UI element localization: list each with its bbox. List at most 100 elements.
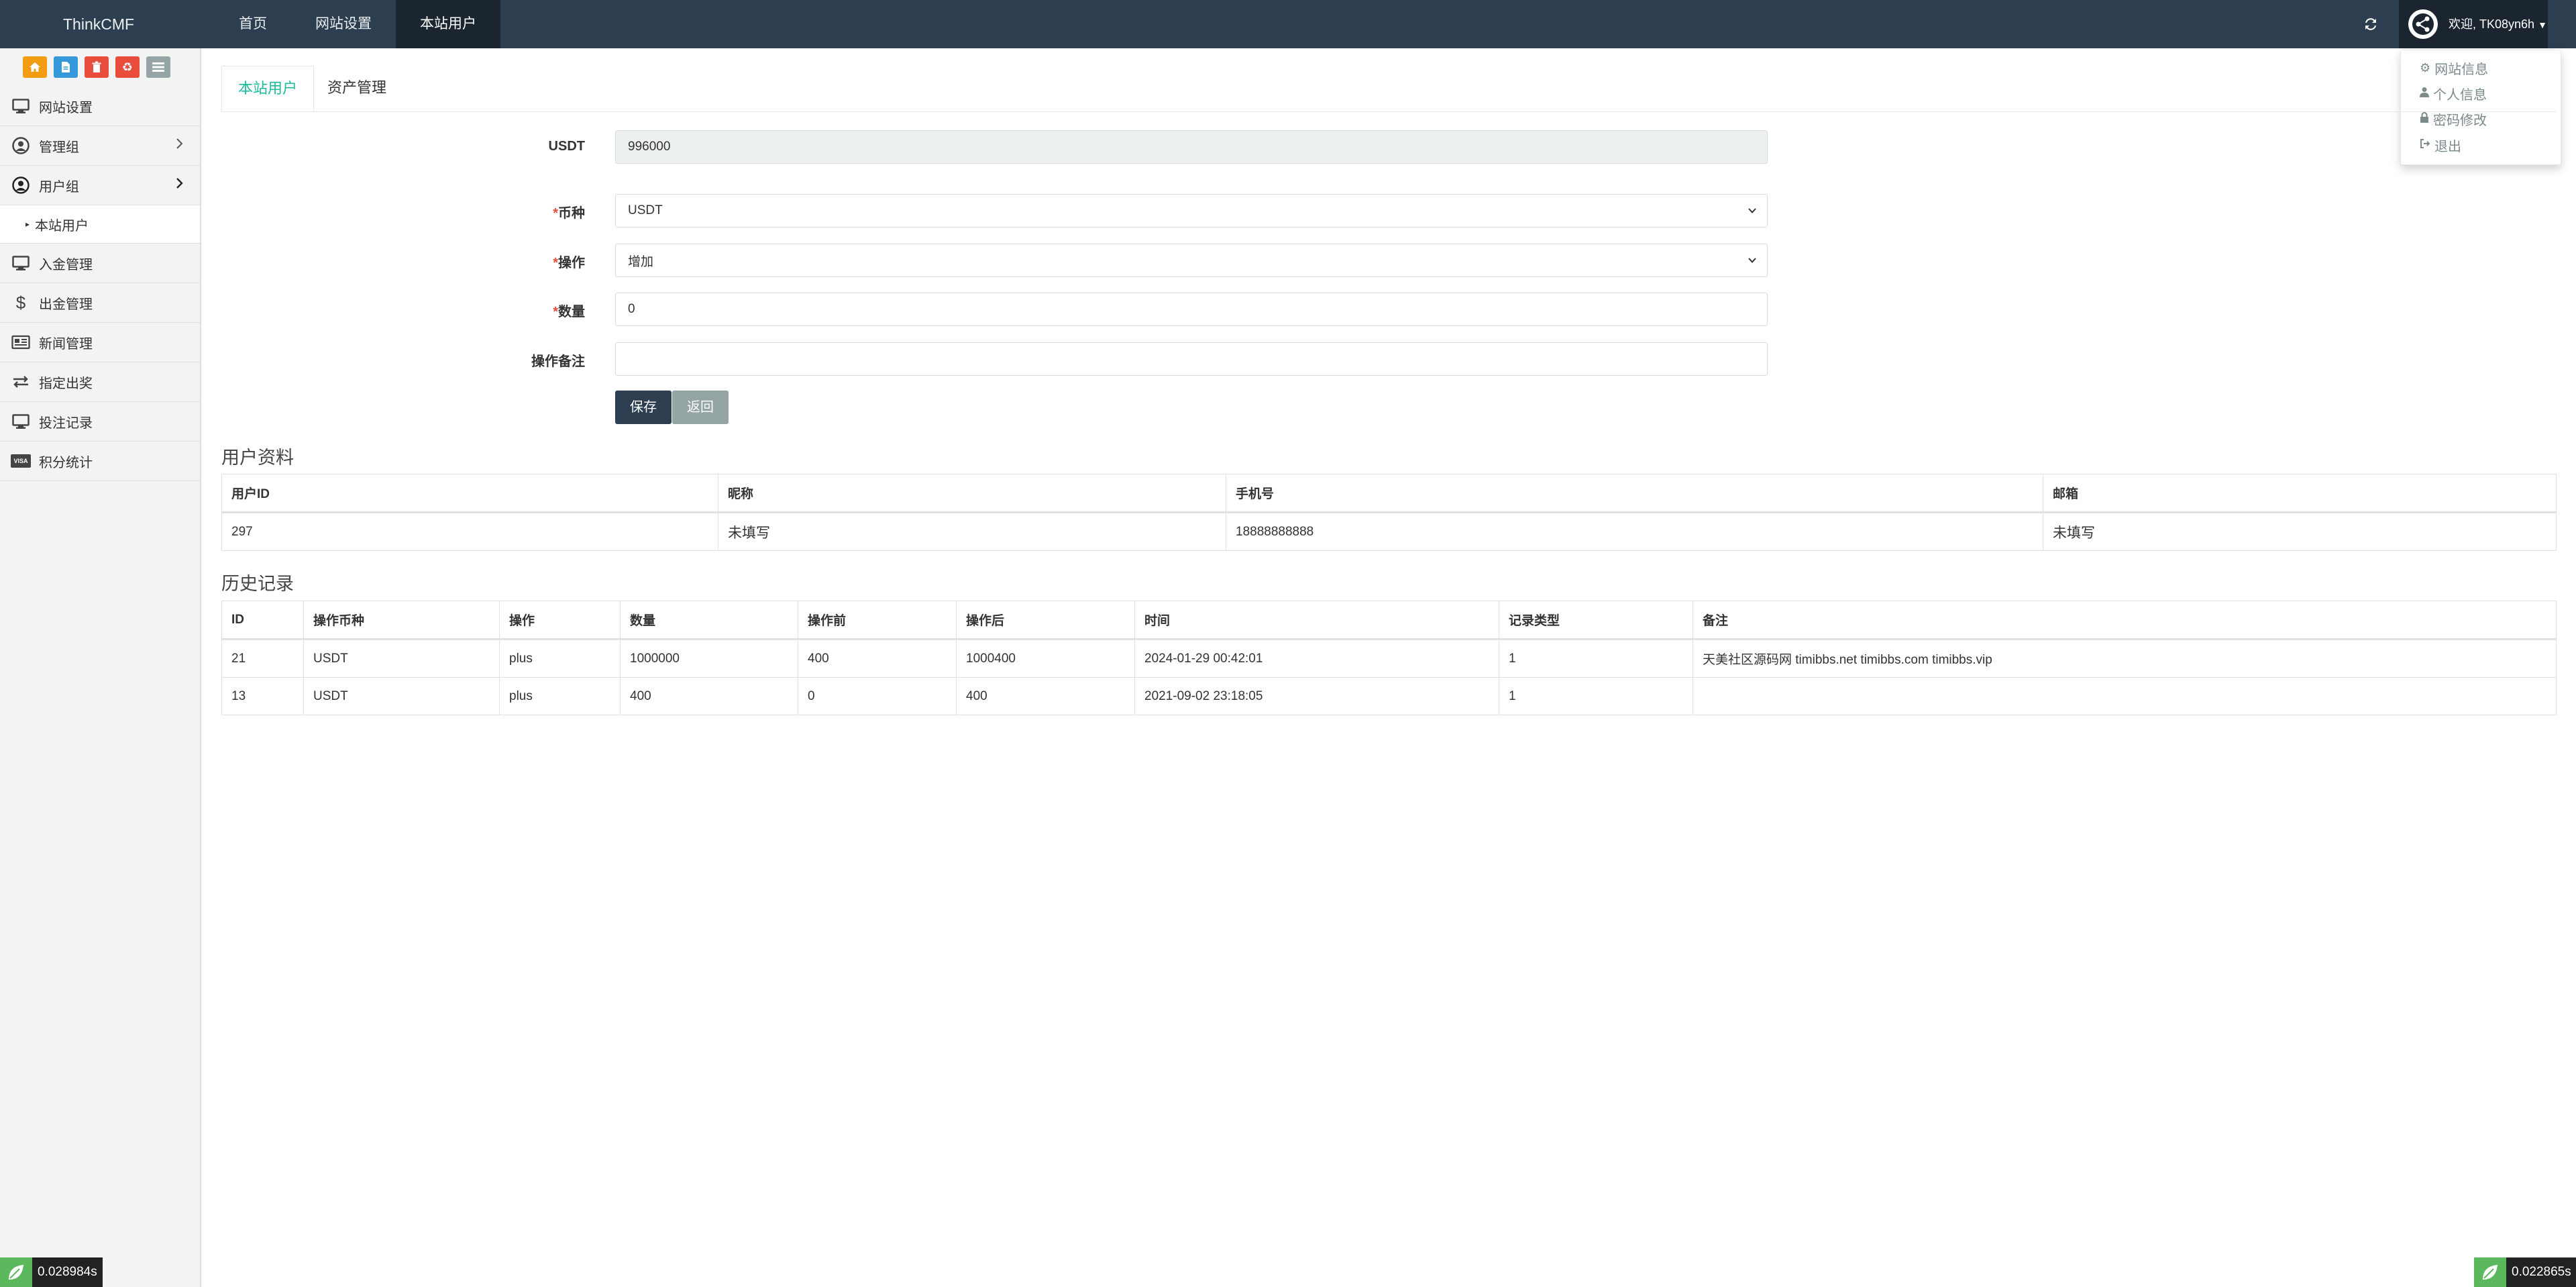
operation-label: *操作 <box>553 256 585 270</box>
monitor-icon <box>11 96 31 116</box>
currency-select[interactable]: USDT <box>615 194 1768 227</box>
tab-site-users[interactable]: 本站用户 <box>221 66 315 111</box>
operation-select[interactable]: 增加 <box>615 244 1768 277</box>
balance-label: USDT <box>548 139 585 154</box>
share-logo-icon <box>2412 13 2434 35</box>
visa-icon: VISA <box>11 451 31 471</box>
sidebar-item-admin-group[interactable]: 管理组 <box>0 126 200 166</box>
sidebar-item-designated-prize[interactable]: 指定出奖 <box>0 362 200 402</box>
sidebar-item-withdrawal[interactable]: $ 出金管理 <box>0 283 200 323</box>
profile-section-title: 用户资料 <box>221 448 294 468</box>
nav-item-site-users[interactable]: 本站用户 <box>396 0 500 48</box>
leaf-icon <box>0 1257 32 1287</box>
dollar-icon: $ <box>15 292 26 313</box>
table-cell: 0 <box>798 677 957 715</box>
back-button[interactable]: 返回 <box>672 391 729 424</box>
table-cell: USDT <box>303 677 500 715</box>
remark-input[interactable] <box>615 342 1768 376</box>
chevron-down-icon <box>1747 255 1758 270</box>
list-icon[interactable] <box>146 56 170 78</box>
shortcut-bar: ♻ <box>23 56 170 78</box>
sidebar-item-news[interactable]: 新闻管理 <box>0 323 200 362</box>
table-cell: USDT <box>303 639 500 678</box>
table-cell: 297 <box>221 512 718 551</box>
table-row: 21 USDT plus 1000000 400 1000400 2024-01… <box>221 639 2557 678</box>
table-cell <box>1693 677 2557 715</box>
table-cell: 400 <box>798 639 957 678</box>
chevron-right-icon <box>176 137 184 154</box>
table-cell: 未填写 <box>718 512 1226 551</box>
column-header: 时间 <box>1134 601 1499 640</box>
table-cell: plus <box>499 677 621 715</box>
exchange-icon <box>11 372 31 392</box>
nav-item-home[interactable]: 首页 <box>215 0 291 48</box>
top-nav: 首页 网站设置 本站用户 <box>215 0 500 48</box>
column-header: 操作 <box>499 601 621 640</box>
column-header: 邮箱 <box>2043 474 2557 513</box>
nav-item-site-settings[interactable]: 网站设置 <box>291 0 396 48</box>
monitor-icon <box>11 253 31 273</box>
recycle-icon[interactable]: ♻ <box>115 56 140 78</box>
dropdown-item-password[interactable]: 密码修改 <box>2420 109 2487 129</box>
trash-icon[interactable] <box>85 56 109 78</box>
column-header: 数量 <box>620 601 798 640</box>
sign-out-icon <box>2420 138 2430 153</box>
column-header: 记录类型 <box>1499 601 1693 640</box>
column-header: 手机号 <box>1226 474 2043 513</box>
monitor-icon <box>11 411 31 431</box>
refresh-icon[interactable] <box>2359 12 2383 36</box>
amount-label: *数量 <box>553 305 585 319</box>
column-header: ID <box>221 601 304 640</box>
table-cell: 400 <box>620 677 798 715</box>
column-header: 昵称 <box>718 474 1226 513</box>
caret-right-icon: ▸ <box>25 219 30 229</box>
sidebar-item-site-settings[interactable]: 网站设置 <box>0 87 200 126</box>
dropdown-item-logout[interactable]: 退出 <box>2420 136 2461 155</box>
table-cell: 2024-01-29 00:42:01 <box>1134 639 1499 678</box>
caret-down-icon: ▼ <box>2538 19 2547 30</box>
avatar <box>2408 9 2438 39</box>
table-cell: 1000400 <box>956 639 1135 678</box>
sidebar-item-bet-records[interactable]: 投注记录 <box>0 402 200 442</box>
sidebar-subitem-site-users[interactable]: ▸ 本站用户 <box>0 205 200 244</box>
table-header-row: 用户ID 昵称 手机号 邮箱 <box>221 474 2557 513</box>
table-cell: 1 <box>1499 677 1693 715</box>
leaf-icon <box>2474 1257 2506 1287</box>
chevron-right-icon <box>176 176 184 194</box>
brand-logo[interactable]: ThinkCMF <box>63 0 134 48</box>
table-cell: 天美社区源码网 timibbs.net timibbs.com timibbs.… <box>1693 639 2557 678</box>
sidebar-item-user-group[interactable]: 用户组 <box>0 166 200 205</box>
table-cell: 13 <box>221 677 304 715</box>
sidebar: ♻ 网站设置 管理组 用户组 ▸ 本站用户 入金管理 $ 出金管理 新闻管理 指… <box>0 48 201 1287</box>
file-icon[interactable] <box>54 56 78 78</box>
user-circle-icon <box>11 175 31 195</box>
column-header: 操作后 <box>956 601 1135 640</box>
table-cell: 400 <box>956 677 1135 715</box>
table-cell: 18888888888 <box>1226 512 2043 551</box>
sidebar-item-deposit[interactable]: 入金管理 <box>0 244 200 283</box>
save-button[interactable]: 保存 <box>615 391 672 424</box>
top-navbar: ThinkCMF 首页 网站设置 本站用户 欢迎, TK08yn6h ▼ <box>0 0 2576 48</box>
table-row: 297 未填写 18888888888 未填写 <box>221 512 2557 551</box>
remark-label: 操作备注 <box>531 354 585 369</box>
balance-field: 996000 <box>615 130 1768 164</box>
user-menu[interactable]: 欢迎, TK08yn6h ▼ <box>2399 0 2548 48</box>
table-row: 13 USDT plus 400 0 400 2021-09-02 23:18:… <box>221 677 2557 715</box>
table-cell: 2021-09-02 23:18:05 <box>1134 677 1499 715</box>
sidebar-item-points-stats[interactable]: VISA 积分统计 <box>0 442 200 481</box>
tab-asset-management[interactable]: 资产管理 <box>311 66 402 111</box>
table-cell: 21 <box>221 639 304 678</box>
page-load-timer-right: 0.022865s <box>2474 1257 2576 1287</box>
currency-label: *币种 <box>553 206 585 221</box>
lock-icon <box>2420 111 2429 127</box>
user-circle-icon <box>11 136 31 156</box>
tab-bar: 本站用户 资产管理 <box>221 66 2556 112</box>
column-header: 操作币种 <box>303 601 500 640</box>
home-icon[interactable] <box>23 56 47 78</box>
column-header: 用户ID <box>221 474 718 513</box>
page-load-timer: 0.028984s <box>0 1257 103 1287</box>
amount-input[interactable]: 0 <box>615 293 1768 326</box>
table-cell: plus <box>499 639 621 678</box>
table-cell: 1000000 <box>620 639 798 678</box>
table-cell: 1 <box>1499 639 1693 678</box>
